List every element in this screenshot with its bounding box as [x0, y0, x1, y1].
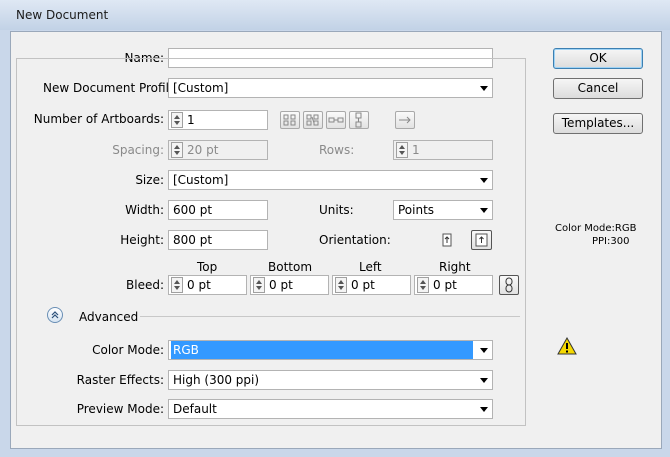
width-input[interactable]: 600 pt: [168, 200, 268, 220]
artboards-value: 1: [187, 113, 195, 127]
bleed-top-label: Top: [197, 260, 218, 274]
profile-value: [Custom]: [173, 81, 229, 95]
raster-effects-select[interactable]: High (300 ppi): [168, 370, 493, 390]
bleed-bottom-value: 0 pt: [269, 278, 293, 292]
size-select[interactable]: [Custom]: [168, 170, 493, 190]
chevron-down-icon: [480, 86, 488, 91]
advanced-label: Advanced: [79, 310, 139, 324]
spacing-value: 20 pt: [187, 143, 219, 157]
color-mode-label: Color Mode:: [92, 343, 164, 357]
orientation-label: Orientation:: [319, 233, 391, 247]
height-input[interactable]: 800 pt: [168, 230, 268, 250]
bleed-right-value: 0 pt: [433, 278, 457, 292]
new-document-dialog: New Document Name: New Document Profile:…: [0, 0, 670, 457]
collapse-advanced-icon[interactable]: [47, 307, 63, 323]
grid-by-row-icon[interactable]: [280, 111, 300, 129]
cancel-button[interactable]: Cancel: [553, 78, 643, 99]
landscape-icon[interactable]: [471, 230, 492, 250]
bleed-left-value: 0 pt: [351, 278, 375, 292]
chevron-down-icon: [480, 407, 488, 412]
color-mode-select[interactable]: RGB: [168, 340, 493, 360]
stepper-arrows-icon[interactable]: [253, 277, 265, 293]
ok-button[interactable]: OK: [553, 48, 643, 69]
stepper-arrows-icon[interactable]: [171, 277, 183, 293]
stepper-arrows-icon[interactable]: [396, 142, 408, 158]
spacing-stepper[interactable]: 20 pt: [168, 140, 268, 160]
bleed-label: Bleed:: [126, 278, 164, 292]
bleed-left-stepper[interactable]: 0 pt: [332, 275, 411, 295]
arrange-by-column-icon[interactable]: [349, 111, 369, 129]
bleed-bottom-label: Bottom: [268, 260, 313, 274]
artboards-stepper[interactable]: 1: [168, 110, 268, 130]
window-title: New Document: [16, 8, 109, 22]
chain-link-icon[interactable]: [499, 275, 519, 295]
warning-icon: [557, 336, 577, 355]
units-select[interactable]: Points: [393, 200, 493, 220]
raster-effects-label: Raster Effects:: [76, 373, 164, 387]
color-mode-value: RGB: [171, 341, 473, 359]
chevron-down-icon: [480, 348, 488, 353]
bleed-bottom-stepper[interactable]: 0 pt: [250, 275, 329, 295]
stepper-arrows-icon[interactable]: [171, 142, 183, 158]
bleed-right-label: Right: [439, 260, 471, 274]
summary-ppi: PPI:300: [592, 236, 630, 247]
bleed-top-value: 0 pt: [187, 278, 211, 292]
width-label: Width:: [125, 203, 164, 217]
rows-label: Rows:: [319, 143, 355, 157]
rows-value: 1: [412, 143, 420, 157]
bleed-right-stepper[interactable]: 0 pt: [414, 275, 493, 295]
raster-effects-value: High (300 ppi): [173, 373, 260, 387]
summary-color-mode: Color Mode:RGB: [555, 223, 637, 234]
rows-stepper[interactable]: 1: [393, 140, 493, 160]
profile-select[interactable]: [Custom]: [168, 78, 493, 98]
arrange-by-row-icon[interactable]: [326, 111, 346, 129]
templates-button[interactable]: Templates...: [553, 113, 643, 134]
chevron-down-icon: [480, 208, 488, 213]
stepper-arrows-icon[interactable]: [335, 277, 347, 293]
preview-mode-label: Preview Mode:: [76, 402, 164, 416]
advanced-divider: [140, 316, 520, 317]
bleed-top-stepper[interactable]: 0 pt: [168, 275, 247, 295]
size-value: [Custom]: [173, 173, 229, 187]
profile-label: New Document Profile:: [40, 81, 184, 95]
artboards-label: Number of Artboards:: [33, 112, 164, 126]
grid-by-column-icon[interactable]: [303, 111, 323, 129]
height-label: Height:: [120, 233, 164, 247]
stepper-arrows-icon[interactable]: [171, 112, 183, 128]
portrait-icon[interactable]: [438, 231, 456, 249]
spacing-label: Spacing:: [112, 143, 164, 157]
preview-mode-select[interactable]: Default: [168, 399, 493, 419]
preview-mode-value: Default: [173, 402, 217, 416]
bleed-left-label: Left: [359, 260, 382, 274]
stepper-arrows-icon[interactable]: [417, 277, 429, 293]
title-bar[interactable]: New Document: [0, 0, 670, 30]
size-label: Size:: [135, 173, 164, 187]
chevron-down-icon: [480, 178, 488, 183]
units-value: Points: [398, 203, 435, 217]
chevron-down-icon: [480, 378, 488, 383]
layout-direction-icon[interactable]: [395, 111, 415, 129]
units-label: Units:: [319, 203, 354, 217]
